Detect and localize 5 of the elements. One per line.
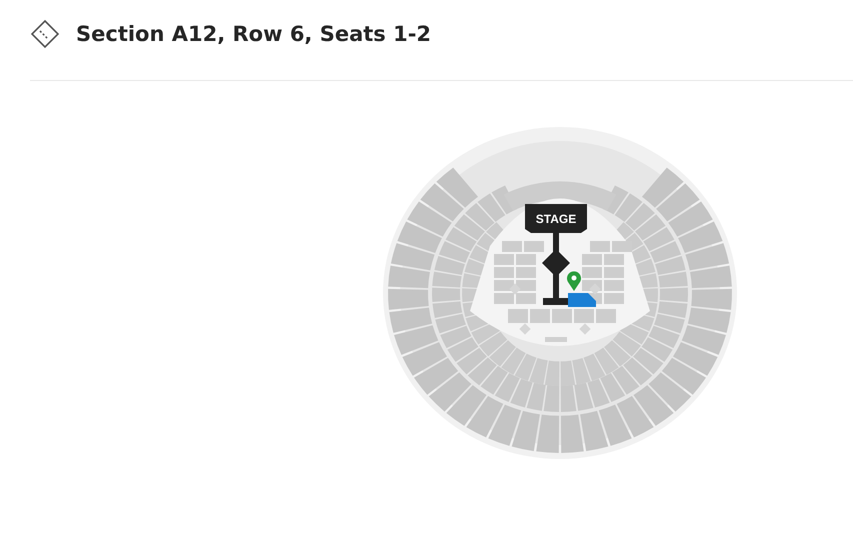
selected-section[interactable]: [568, 293, 596, 307]
ticket-icon: [30, 19, 60, 49]
section-title: Section A12, Row 6, Seats 1-2: [76, 22, 432, 46]
location-pin-icon: [567, 271, 581, 291]
stage-label: STAGE: [536, 212, 576, 226]
